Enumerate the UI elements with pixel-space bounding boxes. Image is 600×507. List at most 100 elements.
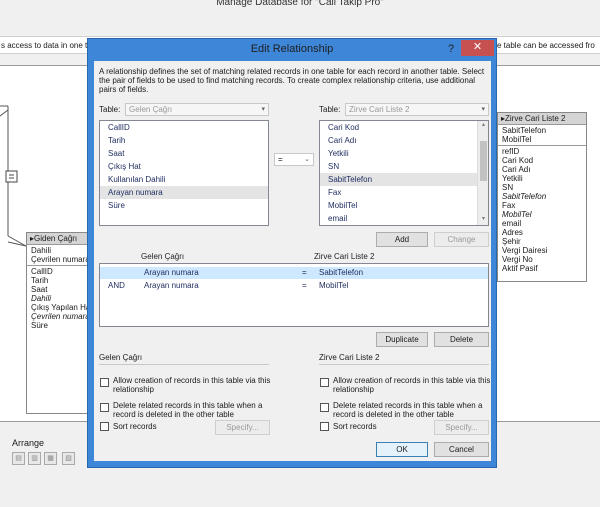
divider — [99, 364, 269, 365]
table-field: Fax — [502, 201, 516, 210]
field-list-item[interactable]: Fax — [320, 186, 478, 199]
field-list-item[interactable]: Cari Kod — [320, 121, 478, 134]
right-field-list[interactable]: Cari Kod Cari Adı Yetkili SN SabitTelefon Fax… — [319, 120, 489, 226]
table-field: MobilTel — [502, 210, 532, 219]
table-field: SN — [502, 183, 514, 192]
field-list-item[interactable]: Arayan numara — [100, 186, 268, 199]
match-field: Dahili — [31, 246, 52, 255]
divider — [319, 364, 489, 365]
left-sort-records-label: Sort records — [113, 422, 157, 431]
window-title: Manage Database for "Call Takip Pro" — [0, 0, 600, 12]
table-field: Tarih — [31, 276, 49, 285]
field-list-item[interactable]: SabitTelefon — [320, 173, 478, 186]
left-table-select[interactable]: Gelen Çağrı ▾ — [125, 103, 269, 116]
scroll-up-icon[interactable]: ▴ — [478, 121, 488, 131]
align-right-icon[interactable]: ▦ — [44, 452, 57, 465]
field-list-item[interactable]: Kullanılan Dahili — [100, 173, 268, 186]
duplicate-button[interactable]: Duplicate — [376, 332, 428, 347]
right-allow-creation-checkbox[interactable] — [320, 378, 329, 387]
pair-conj: AND — [108, 281, 125, 290]
left-field-list[interactable]: CallID Tarih Saat Çıkış Hat Kullanılan Dahil… — [99, 120, 269, 226]
table-header: ▸Zirve Cari Liste 2 — [498, 113, 586, 125]
cancel-button[interactable]: Cancel — [434, 442, 489, 457]
field-list-item[interactable]: Yetkili — [320, 147, 478, 160]
field-list-item[interactable]: email — [320, 212, 478, 225]
left-options-title: Gelen Çağrı — [99, 353, 143, 362]
right-field-scrollbar[interactable]: ▴ ▾ — [477, 121, 488, 225]
edit-relationship-dialog: Edit Relationship ? ✕ A relationship def… — [87, 38, 497, 468]
relationship-pairs-list[interactable]: Arayan numara = SabitTelefon AND Arayan numa… — [99, 263, 489, 327]
align-left-icon[interactable]: ▤ — [12, 452, 25, 465]
right-delete-related-checkbox[interactable] — [320, 403, 329, 412]
pair-left: Arayan numara — [144, 281, 199, 290]
relationship-pair-row[interactable]: AND Arayan numara = MobilTel — [100, 280, 488, 292]
table-field: refID — [502, 147, 520, 156]
table-field: SabitTelefon — [502, 192, 547, 201]
pairs-right-header: Zirve Cari Liste 2 — [314, 252, 375, 261]
left-delete-related-label: Delete related records in this table whe… — [113, 401, 263, 419]
field-list-item[interactable]: MobilTel — [320, 199, 478, 212]
table-field: Vergi Dairesi — [502, 246, 548, 255]
right-table-select[interactable]: Zirve Cari Liste 2 ▾ — [345, 103, 489, 116]
right-specify-button[interactable]: Specify... — [434, 420, 489, 435]
table-field: Vergi No — [502, 255, 533, 264]
help-icon[interactable]: ? — [443, 41, 459, 57]
table-field: Çevrilen numara — [31, 312, 89, 321]
pair-right: MobilTel — [319, 281, 349, 290]
field-list-item[interactable]: Saat — [100, 147, 268, 160]
pair-op: = — [302, 268, 307, 277]
dialog-body: A relationship defines the set of matchi… — [94, 61, 491, 461]
left-sort-records-checkbox[interactable] — [100, 422, 109, 431]
right-allow-creation-label: Allow creation of records in this table … — [333, 376, 491, 394]
ok-button[interactable]: OK — [376, 442, 428, 457]
table-field: Süre — [31, 321, 48, 330]
align-center-icon[interactable]: ▥ — [28, 452, 41, 465]
table-field: Yetkili — [502, 174, 523, 183]
chevron-down-icon: ▾ — [261, 106, 265, 113]
left-table-value: Gelen Çağrı — [129, 105, 173, 114]
table-field: Dahili — [31, 294, 52, 303]
table-occurrence-giden-cagri[interactable]: ▸Giden Çağrı Dahili Çevrilen numara Call… — [26, 232, 90, 414]
info-text-right: e table can be accessed fro — [497, 41, 595, 50]
match-fields: SabitTelefon MobilTel — [498, 125, 586, 145]
table-field: Cari Kod — [502, 156, 534, 165]
scroll-thumb[interactable] — [480, 141, 487, 181]
relationship-pair-row[interactable]: Arayan numara = SabitTelefon — [100, 267, 488, 279]
field-list-item[interactable]: SN — [320, 160, 478, 173]
dialog-description: A relationship defines the set of matchi… — [99, 67, 485, 94]
field-list-item[interactable]: Tarih — [100, 134, 268, 147]
operator-value: = — [278, 155, 283, 164]
pair-right: SabitTelefon — [319, 268, 364, 277]
operator-select[interactable]: = ⌄ — [274, 153, 314, 166]
match-fields: Dahili Çevrilen numara — [27, 245, 89, 265]
right-delete-related-label: Delete related records in this table whe… — [333, 401, 483, 419]
table-field: Şehir — [502, 237, 521, 246]
table-occurrence-zirve-cari-liste-2[interactable]: ▸Zirve Cari Liste 2 SabitTelefon MobilTe… — [497, 112, 587, 282]
match-field: Çevrilen numara — [31, 255, 89, 264]
table-field: Aktif Pasif — [502, 264, 538, 273]
right-table-value: Zirve Cari Liste 2 — [349, 105, 410, 114]
delete-button[interactable]: Delete — [434, 332, 489, 347]
pairs-left-header: Gelen Çağrı — [141, 252, 185, 261]
right-sort-records-checkbox[interactable] — [320, 422, 329, 431]
left-table-label: Table: — [99, 105, 121, 114]
left-allow-creation-checkbox[interactable] — [100, 378, 109, 387]
close-icon[interactable]: ✕ — [461, 40, 494, 56]
change-button[interactable]: Change — [434, 232, 489, 247]
arrange-label: Arrange — [12, 438, 45, 448]
field-list-item[interactable]: Süre — [100, 199, 268, 212]
left-specify-button[interactable]: Specify... — [215, 420, 270, 435]
add-button[interactable]: Add — [376, 232, 428, 247]
left-delete-related-checkbox[interactable] — [100, 403, 109, 412]
pair-op: = — [302, 281, 307, 290]
field-list-item[interactable]: CallID — [100, 121, 268, 134]
distribute-icon[interactable]: ▧ — [62, 452, 75, 465]
field-list-item[interactable]: Cari Adı — [320, 134, 478, 147]
right-sort-records-label: Sort records — [333, 422, 377, 431]
table-field: Adres — [502, 228, 523, 237]
field-list-item[interactable]: Çıkış Hat — [100, 160, 268, 173]
scroll-down-icon[interactable]: ▾ — [478, 215, 488, 225]
table-field: CallID — [31, 267, 53, 276]
chevron-down-icon: ▾ — [481, 106, 485, 113]
chevron-down-icon: ⌄ — [304, 156, 310, 163]
